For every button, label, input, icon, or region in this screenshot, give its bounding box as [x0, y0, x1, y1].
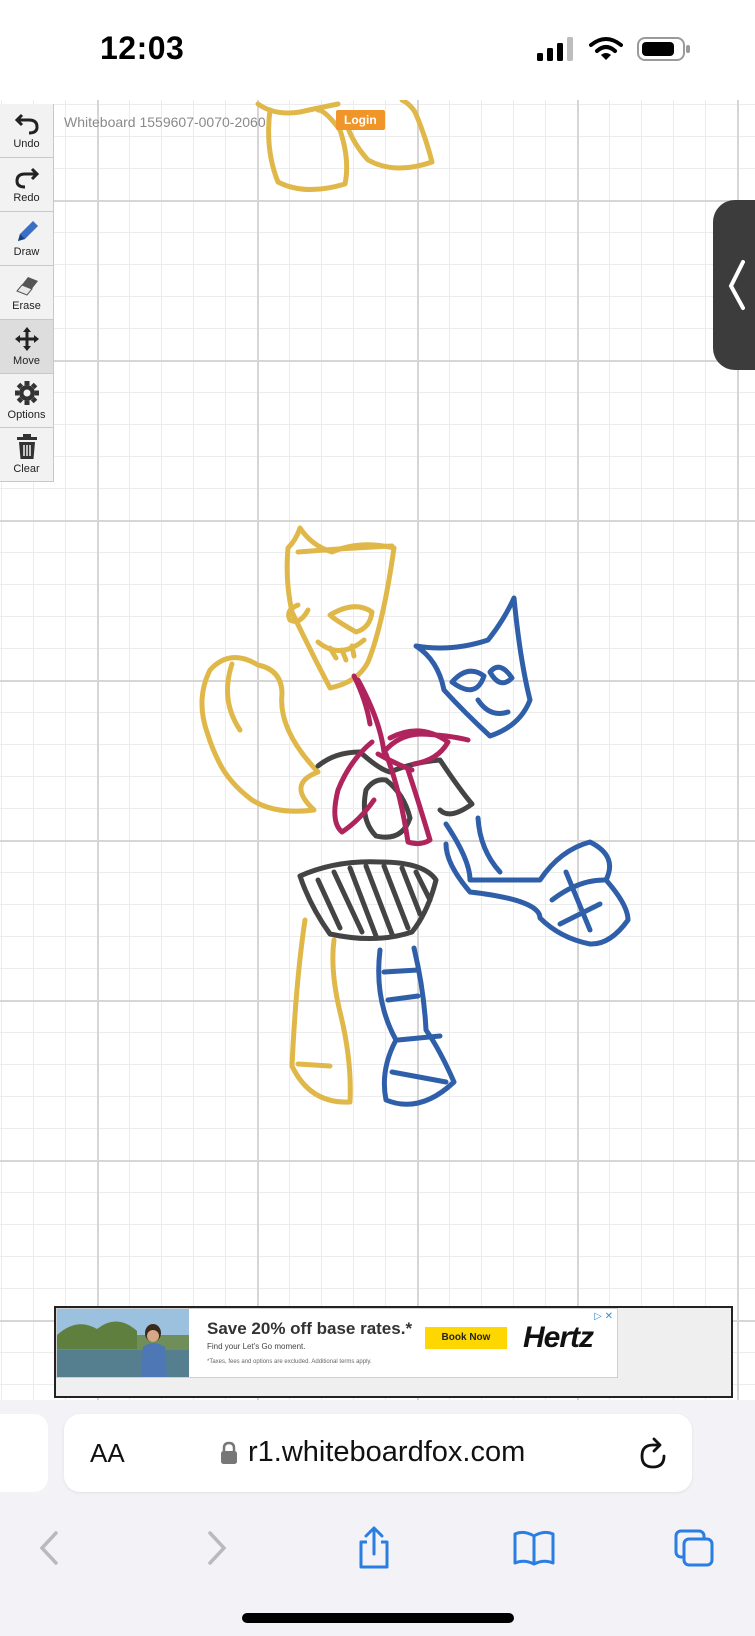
battery-icon	[637, 37, 690, 61]
side-panel-handle[interactable]	[713, 200, 755, 370]
chevron-left-icon	[728, 260, 745, 310]
status-bar: 12:03	[0, 0, 755, 100]
url-text: r1.whiteboardfox.com	[248, 1436, 526, 1468]
ad-banner[interactable]: Save 20% off base rates.* Find your Let'…	[54, 1306, 733, 1398]
ad-book-now-button[interactable]: Book Now	[425, 1327, 507, 1349]
draw-label: Draw	[13, 246, 40, 258]
whiteboard-canvas[interactable]: Whiteboard 1559607-0070-2060 Login	[0, 100, 755, 1400]
reload-button[interactable]	[638, 1436, 670, 1475]
ad-photo	[57, 1309, 189, 1377]
bookmarks-button[interactable]	[504, 1518, 564, 1578]
tabs-icon	[674, 1529, 714, 1567]
pencil-icon	[17, 221, 38, 241]
move-icon	[14, 327, 39, 351]
browser-toolbar: AA r1.whiteboardfox.com	[0, 1400, 755, 1636]
options-label: Options	[7, 409, 46, 421]
magenta-bow	[332, 673, 471, 847]
forward-icon	[208, 1531, 227, 1565]
ad-creative[interactable]: Save 20% off base rates.* Find your Let'…	[56, 1308, 618, 1378]
forward-button[interactable]	[186, 1518, 246, 1578]
draw-button[interactable]: Draw	[0, 212, 54, 266]
toolbar: Undo Redo Draw Erase Move Options Clear	[0, 104, 54, 482]
move-label: Move	[13, 355, 40, 367]
trash-icon	[16, 434, 37, 459]
tabs-button[interactable]	[664, 1518, 724, 1578]
eraser-icon	[15, 277, 38, 296]
ad-subline: Find your Let's Go moment.	[207, 1342, 306, 1351]
ad-choices-icon[interactable]: ▷ ✕	[594, 1311, 613, 1322]
status-icons	[537, 36, 691, 62]
board-title: Whiteboard 1559607-0070-2060	[64, 114, 266, 130]
redo-icon	[14, 167, 39, 189]
back-button[interactable]	[20, 1518, 80, 1578]
url-wrap: r1.whiteboardfox.com	[220, 1436, 525, 1469]
ad-headline: Save 20% off base rates.*	[207, 1319, 413, 1338]
address-bar[interactable]: AA r1.whiteboardfox.com	[64, 1414, 692, 1492]
gear-icon	[14, 381, 39, 405]
clear-label: Clear	[13, 463, 40, 475]
undo-label: Undo	[13, 138, 40, 150]
lock-icon	[221, 1441, 237, 1464]
text-size-button[interactable]: AA	[90, 1438, 125, 1469]
reload-icon	[640, 1437, 666, 1469]
undo-icon	[14, 113, 39, 135]
bookmarks-icon	[513, 1530, 555, 1566]
redo-button[interactable]: Redo	[0, 158, 54, 212]
redo-label: Redo	[13, 192, 40, 204]
wifi-icon	[589, 37, 623, 60]
ad-fine-print: *Taxes, fees and options are excluded. A…	[207, 1359, 372, 1365]
ad-brand-logo: Hertz	[523, 1321, 594, 1354]
status-time: 12:03	[100, 30, 185, 66]
erase-button[interactable]: Erase	[0, 266, 54, 320]
share-icon	[359, 1526, 389, 1569]
nav-row	[0, 1518, 755, 1578]
login-button[interactable]: Login	[336, 110, 385, 130]
back-icon	[39, 1531, 58, 1565]
options-button[interactable]: Options	[0, 374, 54, 428]
clear-button[interactable]: Clear	[0, 428, 54, 482]
undo-button[interactable]: Undo	[0, 104, 54, 158]
cellular-signal-icon	[537, 37, 573, 61]
erase-label: Erase	[12, 300, 41, 312]
home-indicator	[242, 1613, 514, 1623]
share-button[interactable]	[344, 1518, 404, 1578]
blue-figure	[376, 595, 631, 1107]
move-button[interactable]: Move	[0, 320, 54, 374]
sketch-drawing	[199, 100, 631, 1107]
previous-tab-chip[interactable]	[0, 1414, 48, 1492]
